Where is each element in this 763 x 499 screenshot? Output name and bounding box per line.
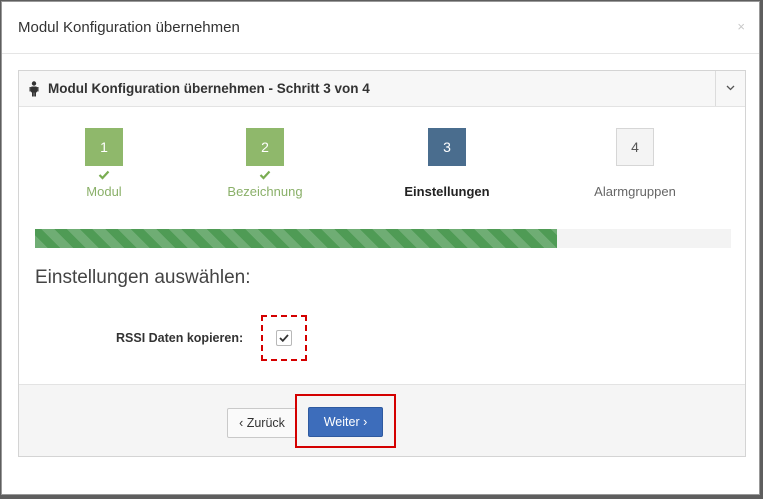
check-icon [185,167,345,180]
step-bezeichnung[interactable]: 2 Bezeichnung [185,128,345,199]
check-icon [24,167,184,180]
step-label: Bezeichnung [227,184,303,199]
wizard-panel: Modul Konfiguration übernehmen - Schritt… [18,70,746,457]
step-number-box: 4 [616,128,654,166]
step-number-box: 2 [246,128,284,166]
step-modul[interactable]: 1 Modul [24,128,184,199]
panel-header: Modul Konfiguration übernehmen - Schritt… [19,71,745,107]
back-button[interactable]: ‹ Zurück [227,408,297,438]
step-number-box: 3 [428,128,466,166]
panel-collapse-toggle[interactable] [715,71,745,106]
progress-fill [35,229,557,248]
wizard-footer: ‹ Zurück Weiter › [19,384,745,456]
step-label: Modul [86,184,122,199]
next-button[interactable]: Weiter › [308,407,383,437]
check-icon [279,334,289,342]
rssi-label: RSSI Daten kopieren: [116,331,244,345]
wizard-steps: 1 Modul 2 Bezeichnung 3 Einstellungen 4 [19,107,745,207]
modal-title: Modul Konfiguration übernehmen [18,19,240,36]
step-alarmgruppen[interactable]: 4 Alarmgruppen [555,128,715,199]
step-label: Alarmgruppen [594,184,676,199]
panel-title: Modul Konfiguration übernehmen - Schritt… [48,81,370,96]
chevron-down-icon [726,85,735,91]
step-number-box: 1 [85,128,123,166]
config-modal: Modul Konfiguration übernehmen × Modul K… [1,1,760,495]
modal-header: Modul Konfiguration übernehmen × [2,2,759,54]
step-einstellungen[interactable]: 3 Einstellungen [367,128,527,199]
rssi-checkbox[interactable] [276,330,292,346]
next-button-highlight: Weiter › [295,394,396,448]
settings-heading: Einstellungen auswählen: [35,267,251,288]
rssi-checkbox-highlight[interactable] [261,315,307,361]
close-icon[interactable]: × [737,20,745,34]
step-label: Einstellungen [404,184,490,199]
person-icon [29,81,39,97]
wizard-progress-bar [35,229,731,248]
